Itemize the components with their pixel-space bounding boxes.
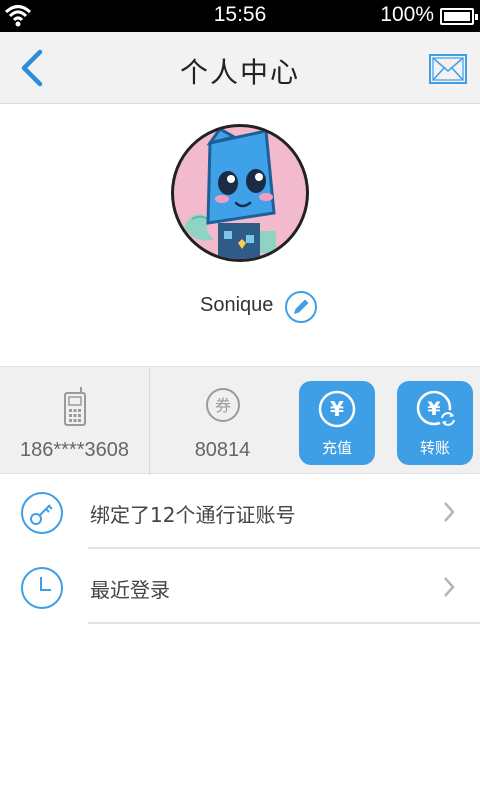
list-item-label: 最近登录 [90,578,170,602]
envelope-icon [429,54,467,84]
mail-button[interactable] [428,50,468,88]
list-item-bound-accounts[interactable]: 绑定了12个通行证账号 [0,474,480,549]
robot-avatar [184,127,276,259]
chevron-right-icon [444,577,455,597]
account-strip: 186****3608 券 80814 ¥ 充值 ¥ 转账 [0,366,480,475]
page-title: 个人中心 [179,56,300,89]
list-item-recent-login[interactable]: 最近登录 [0,549,480,624]
coupon-cell: 券 80814 [150,367,295,475]
yuan-glyph: ¥ [427,398,440,420]
header-bar: 个人中心 [0,32,480,104]
recharge-button[interactable]: ¥ 充值 [299,381,375,465]
mobile-phone-icon [63,387,86,426]
recharge-label: 充值 [321,439,352,457]
coupon-icon: 券 [205,388,240,422]
yuan-glyph: ¥ [330,397,344,421]
transfer-label: 转账 [419,439,450,457]
transfer-icon: ¥ [416,390,457,428]
menu-list: 绑定了12个通行证账号 最近登录 [0,474,480,624]
key-icon [21,492,63,534]
coupon-glyph: 券 [214,396,230,415]
nickname: Sonique [200,294,274,316]
pencil-icon [285,291,317,323]
clock-icon [21,567,63,609]
transfer-button[interactable]: ¥ 转账 [397,381,473,465]
phone-number: 186****3608 [20,439,129,461]
divider [88,622,480,624]
battery-icon [440,8,478,25]
profile-section: Sonique [0,104,480,366]
coupon-value: 80814 [194,439,251,461]
phone-cell: 186****3608 [0,367,150,475]
list-item-label: 绑定了12个通行证账号 [90,503,296,527]
edit-button[interactable] [284,290,318,324]
battery-percent: 100% [380,3,434,26]
status-bar: 15:56 100% [0,0,480,32]
avatar[interactable] [171,124,309,262]
chevron-right-icon [444,502,455,522]
yuan-icon: ¥ [318,390,356,428]
